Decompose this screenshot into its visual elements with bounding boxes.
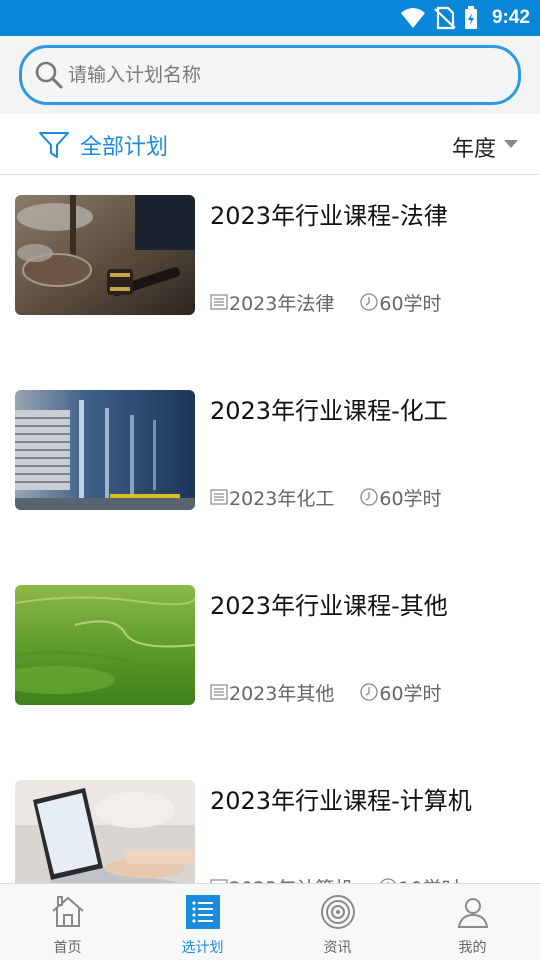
course-hours: 60学时	[379, 292, 442, 315]
course-meta: 2023年其他 60学时	[210, 679, 442, 705]
course-thumbnail	[15, 390, 195, 510]
status-icons: 9:42	[400, 4, 530, 32]
list-icon	[210, 489, 228, 505]
course-hours: 10学时	[398, 874, 460, 884]
tab-news-label: 资讯	[323, 940, 352, 956]
course-title: 2023年行业课程-其他	[210, 592, 448, 620]
bottom-tab-bar: 首页 选计划 资讯 我的	[0, 883, 540, 960]
course-hours: 60学时	[379, 682, 442, 705]
tab-home-label: 首页	[53, 940, 82, 956]
course-item[interactable]: 2023年行业课程-计算机 2023年计算机 10学时	[0, 761, 540, 883]
clock-icon	[360, 488, 379, 506]
tab-profile-label: 我的	[458, 940, 487, 956]
chevron-down-icon	[504, 140, 518, 148]
course-meta: 2023年计算机 10学时	[210, 874, 461, 883]
filter-funnel-icon	[39, 132, 69, 158]
search-box[interactable]	[19, 45, 521, 105]
battery-icon	[464, 6, 477, 29]
course-hours: 60学时	[379, 487, 442, 510]
course-title: 2023年行业课程-计算机	[210, 787, 472, 815]
news-icon	[320, 895, 355, 929]
list-icon	[210, 684, 228, 700]
list-icon	[210, 294, 228, 310]
course-item[interactable]: 2023年行业课程-法律 2023年法律 60学时	[0, 176, 540, 371]
course-item[interactable]: 2023年行业课程-其他 2023年其他 60学时	[0, 566, 540, 761]
course-meta: 2023年法律 60学时	[210, 289, 442, 315]
tab-plans-label: 选计划	[181, 940, 224, 956]
year-dropdown[interactable]: 年度	[452, 130, 518, 164]
clock-icon	[360, 293, 379, 311]
tab-plans[interactable]: 选计划	[135, 884, 270, 960]
no-sim-icon	[434, 6, 456, 30]
tab-home[interactable]: 首页	[0, 884, 135, 960]
filter-bar: 全部计划 年度	[0, 114, 540, 175]
search-input[interactable]	[68, 58, 488, 92]
course-title: 2023年行业课程-化工	[210, 397, 448, 425]
course-title: 2023年行业课程-法律	[210, 202, 448, 230]
tab-profile[interactable]: 我的	[405, 884, 540, 960]
course-thumbnail	[15, 195, 195, 315]
home-icon	[51, 896, 84, 927]
all-plans-filter[interactable]: 全部计划	[38, 128, 168, 162]
course-category: 2023年化工	[229, 487, 335, 510]
status-time: 9:42	[491, 7, 530, 28]
year-label: 年度	[451, 137, 496, 162]
course-meta: 2023年化工 60学时	[210, 484, 442, 510]
tab-news[interactable]: 资讯	[270, 884, 405, 960]
course-category: 2023年计算机	[229, 874, 353, 884]
course-thumbnail	[15, 585, 195, 705]
course-item[interactable]: 2023年行业课程-化工 2023年化工 60学时	[0, 371, 540, 566]
search-icon	[35, 61, 63, 89]
course-list: 2023年行业课程-法律 2023年法律 60学时 2023年行业课程-化工 2…	[0, 176, 540, 883]
course-category: 2023年其他	[229, 682, 335, 705]
wifi-icon	[400, 8, 425, 28]
course-category: 2023年法律	[229, 292, 335, 315]
user-icon	[457, 898, 488, 928]
clock-icon	[360, 683, 379, 701]
plan-list-icon	[185, 895, 220, 929]
course-thumbnail	[15, 780, 195, 883]
search-area	[0, 36, 540, 114]
all-plans-label: 全部计划	[80, 135, 169, 160]
status-bar: 9:42	[0, 0, 540, 36]
